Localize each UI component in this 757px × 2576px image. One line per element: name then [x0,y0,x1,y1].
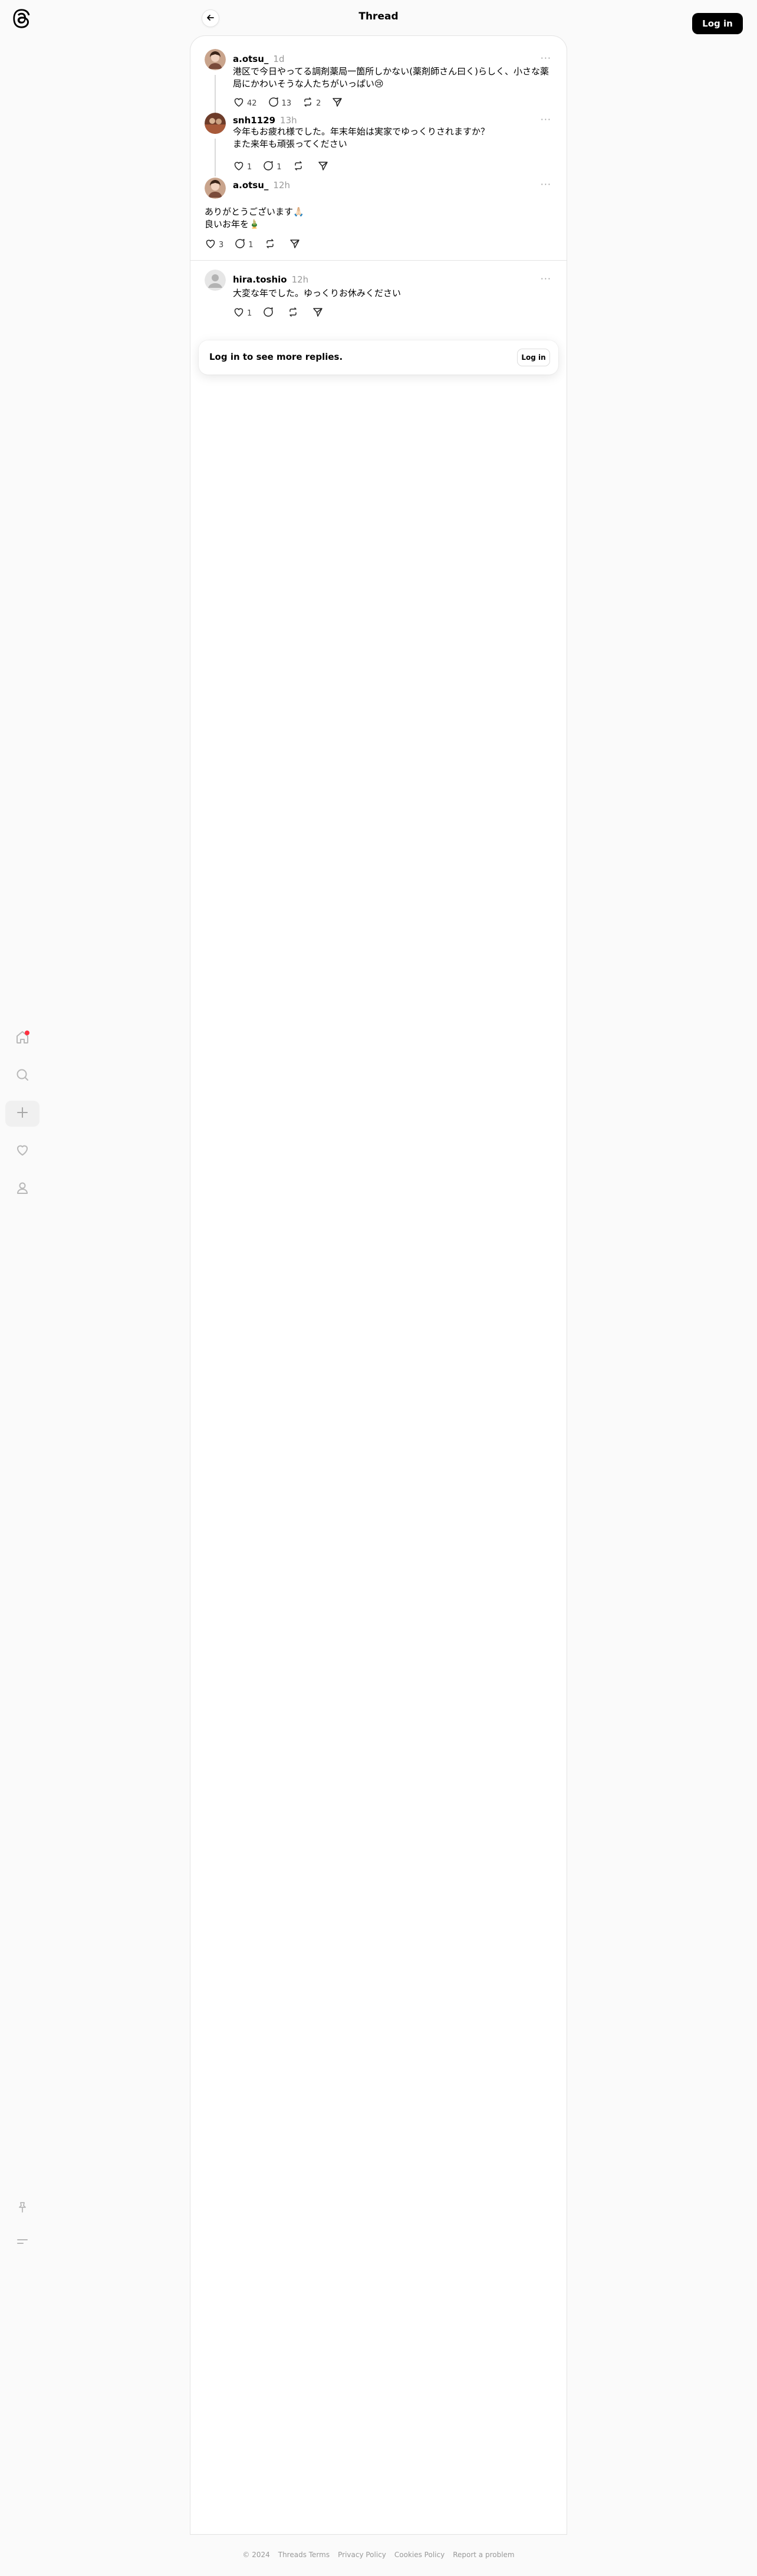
post-username[interactable]: a.otsu_ 12h [233,180,290,191]
like-count: 1 [247,309,252,318]
comment-icon [262,160,277,174]
post-time: 12h [273,180,290,191]
repost-icon [264,238,278,252]
avatar[interactable] [205,49,226,70]
repost-count: 2 [316,99,321,108]
like-button[interactable]: 3 [205,238,223,252]
avatar[interactable] [205,270,226,291]
send-icon [331,96,345,110]
post-text: 港区で今日やってる調剤薬局一箇所しかない(薬剤師さん曰く)らしく、小さな薬局にか… [233,66,549,89]
login-prompt-button[interactable]: Log in [517,349,550,366]
reply-count: 1 [248,240,254,250]
share-button[interactable] [317,160,331,174]
repost-icon [292,160,307,174]
thread-column: a.otsu_ 1d ··· 港区で今日やってる調剤薬局一箇所しかない(薬剤師さん… [190,35,567,2535]
notification-dot [25,1031,29,1035]
send-icon [312,306,326,320]
login-button[interactable]: Log in [692,13,743,34]
footer: © 2024 Threads Terms Privacy Policy Cook… [0,2551,757,2559]
post-actions: 1 [233,306,337,320]
post-text-line: また来年も頑張ってください [233,139,347,149]
post-actions: 42 13 2 [233,96,356,110]
share-button[interactable] [331,96,345,110]
share-button[interactable] [289,238,303,252]
heart-icon [233,96,247,110]
post-text-line: 今年もお疲れ様でした。年末年始は実家でゆっくりされますか？ [233,126,490,137]
search-icon [15,1067,30,1085]
post-username[interactable]: snh1129 13h [233,115,297,126]
share-button[interactable] [312,306,326,320]
comment-icon [234,238,248,252]
heart-icon [233,160,247,174]
post-text-line: ありがとうございます🙏🏻 [205,206,304,217]
reply-button[interactable]: 1 [262,160,282,174]
footer-link-privacy[interactable]: Privacy Policy [338,2551,386,2559]
footer-link-report[interactable]: Report a problem [453,2551,514,2559]
pin-icon [16,2201,29,2216]
page-title: Thread [358,11,399,22]
reply-button[interactable]: 13 [268,96,292,110]
home-nav-button[interactable] [5,1025,40,1051]
like-button[interactable]: 42 [233,96,257,110]
plus-icon [15,1105,30,1123]
create-nav-button[interactable] [5,1101,40,1127]
post-text: ありがとうございます🙏🏻 良いお年を🎍 [205,206,523,231]
more-options-icon[interactable]: ··· [541,52,551,64]
post-time: 13h [280,115,297,126]
more-menu-button[interactable] [5,2230,40,2256]
avatar[interactable] [205,178,226,199]
post-username[interactable]: hira.toshio 12h [233,274,308,285]
post-actions: 1 1 [233,160,342,174]
reply-button[interactable] [262,306,277,320]
login-prompt-text: Log in to see more replies. [209,352,343,362]
reply-button[interactable]: 1 [234,238,254,252]
like-count: 3 [219,240,224,250]
post-actions: 3 1 [205,238,314,252]
thread-line [215,139,216,176]
divider [190,260,567,261]
repost-button[interactable]: 2 [302,96,321,110]
send-icon [289,238,303,252]
send-icon [317,160,331,174]
post-text-line: 良いお年を🎍 [205,219,260,229]
more-options-icon[interactable]: ··· [541,114,551,125]
repost-button[interactable] [287,306,301,320]
pin-button[interactable] [5,2196,40,2221]
footer-copyright: © 2024 [242,2551,270,2559]
activity-nav-button[interactable] [5,1138,40,1164]
repost-icon [287,306,301,320]
reply-count: 1 [277,162,282,172]
login-prompt-card: Log in to see more replies. Log in [199,340,558,375]
comment-icon [262,306,277,320]
post-time: 12h [291,274,309,285]
like-button[interactable]: 1 [233,306,252,320]
footer-link-terms[interactable]: Threads Terms [278,2551,330,2559]
profile-icon [15,1180,30,1198]
like-count: 1 [247,162,252,172]
more-options-icon[interactable]: ··· [541,273,551,284]
profile-nav-button[interactable] [5,1176,40,1202]
footer-link-cookies[interactable]: Cookies Policy [394,2551,445,2559]
more-options-icon[interactable]: ··· [541,179,551,190]
repost-button[interactable] [264,238,278,252]
avatar[interactable] [205,113,226,134]
post-username[interactable]: a.otsu_ 1d [233,54,284,64]
left-rail [0,0,45,2576]
search-nav-button[interactable] [5,1063,40,1089]
repost-icon [302,96,316,110]
like-button[interactable]: 1 [233,160,252,174]
comment-icon [268,96,282,110]
post-text: 大変な年でした。ゆっくりお休みください [233,288,401,298]
heart-icon [205,238,219,252]
post-text: 今年もお疲れ様でした。年末年始は実家でゆっくりされますか？ また来年も頑張ってく… [233,126,551,150]
repost-button[interactable] [292,160,307,174]
post-time: 1d [273,54,285,64]
like-count: 42 [247,99,257,108]
menu-icon [16,2235,29,2250]
reply-count: 13 [281,99,292,108]
heart-icon [15,1143,30,1160]
heart-icon [233,306,247,320]
